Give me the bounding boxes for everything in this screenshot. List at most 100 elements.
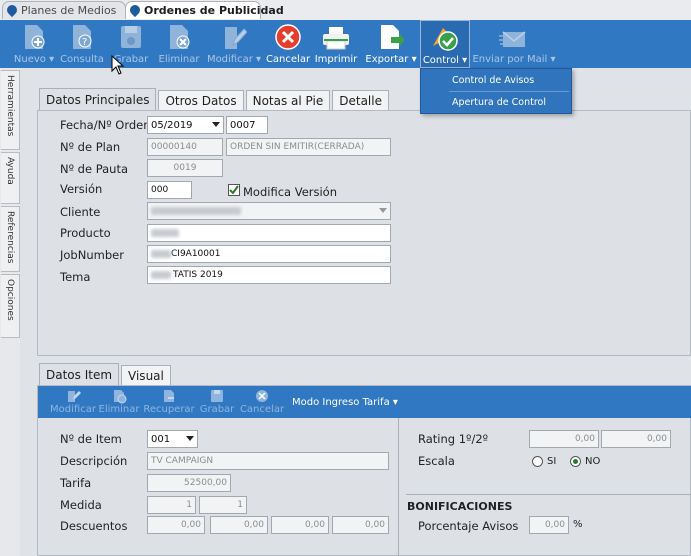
tab-datos-principales[interactable]: Datos Principales xyxy=(39,88,157,111)
control-dropdown-menu: Control de Avisos Apertura de Control xyxy=(420,68,572,114)
item-recuperar-button[interactable]: Recuperar xyxy=(143,386,195,418)
descripcion-field[interactable]: TV CAMPAIGN xyxy=(147,452,389,470)
modifica-version-checkbox[interactable] xyxy=(228,184,240,196)
tab-detalle[interactable]: Detalle xyxy=(332,90,389,111)
cliente-label: Cliente xyxy=(60,205,101,219)
tab-otros-datos[interactable]: Otros Datos xyxy=(158,90,244,111)
query-document-icon: ? xyxy=(73,25,92,49)
modo-ingreso-tarifa-dropdown[interactable]: Modo Ingreso Tarifa ▾ xyxy=(292,397,398,408)
menu-item-apertura-de-control[interactable]: Apertura de Control xyxy=(421,92,571,113)
plan-label: Nº de Plan xyxy=(60,140,121,154)
rating-label: Rating 1º/2º xyxy=(418,432,489,446)
tab-marker-icon xyxy=(127,2,143,18)
tab-datos-item[interactable]: Datos Item xyxy=(39,363,120,386)
pauta-field[interactable]: 0019 xyxy=(147,159,223,177)
imprimir-button[interactable]: Imprimir xyxy=(314,20,358,68)
medida-field-1[interactable]: 1 xyxy=(147,496,196,514)
item-modificar-button[interactable]: Modificar xyxy=(50,386,96,418)
mouse-cursor-icon xyxy=(111,55,125,75)
edit-pencil-icon xyxy=(68,391,81,402)
version-field[interactable]: 000 xyxy=(147,181,192,199)
doc-tab-ordenes-de-publicidad[interactable]: Ordenes de Publicidad xyxy=(125,1,284,19)
pauta-label: Nº de Pauta xyxy=(60,162,129,176)
redacted-value xyxy=(151,207,241,215)
chevron-down-icon xyxy=(186,436,194,441)
plan-field[interactable]: 00000140 xyxy=(147,138,223,156)
cancel-icon xyxy=(275,24,301,50)
rating-field-1[interactable]: 0,00 xyxy=(529,430,599,448)
menu-item-control-de-avisos[interactable]: Control de Avisos xyxy=(421,70,571,91)
nuevo-button[interactable]: Nuevo ▾ xyxy=(14,20,54,68)
item-grabar-button[interactable]: Grabar xyxy=(198,386,236,418)
redacted-value xyxy=(151,229,179,237)
mail-envelope-icon xyxy=(499,31,526,47)
chevron-down-icon xyxy=(379,208,387,213)
porcentaje-avisos-field[interactable]: 0,00 xyxy=(529,516,569,534)
tab-notas-al-pie[interactable]: Notas al Pie xyxy=(245,90,331,111)
item-tabs: Datos Item Visual xyxy=(39,363,173,386)
delete-document-icon xyxy=(170,25,190,49)
producto-field[interactable] xyxy=(147,224,391,242)
document-tab-strip: Planes de Medios Ordenes de Publicidad xyxy=(0,0,691,20)
redacted-value xyxy=(151,271,171,279)
main-toolbar: Nuevo ▾ ? Consulta Grabar Eliminar Modif… xyxy=(0,20,691,68)
producto-label: Producto xyxy=(60,226,111,240)
bonificaciones-divider xyxy=(406,494,691,495)
side-panel-tabs: Herramientas Ayuda Referencias Opciones xyxy=(0,68,20,556)
descripcion-label: Descripción xyxy=(60,454,128,468)
radio-no[interactable] xyxy=(570,456,581,467)
cancelar-button[interactable]: Cancelar xyxy=(266,20,310,68)
exportar-button[interactable]: Exportar ▾ xyxy=(364,20,418,68)
descuento-field-2[interactable]: 0,00 xyxy=(210,516,268,534)
tema-label: Tema xyxy=(60,270,91,284)
save-disk-icon xyxy=(121,26,141,48)
bonificaciones-title: BONIFICACIONES xyxy=(407,500,513,513)
item-eliminar-button[interactable]: Eliminar xyxy=(98,386,140,418)
escala-no-option[interactable]: NO xyxy=(570,456,600,467)
enviar-mail-button[interactable]: Enviar por Mail ▾ xyxy=(472,20,556,68)
descuento-field-1[interactable]: 0,00 xyxy=(147,516,205,534)
tarifa-label: Tarifa xyxy=(60,476,92,490)
descuento-field-4[interactable]: 0,00 xyxy=(332,516,389,534)
percent-unit: % xyxy=(573,519,583,530)
consulta-button[interactable]: ? Consulta xyxy=(60,20,104,68)
modificar-button[interactable]: Modificar ▾ xyxy=(206,20,262,68)
descuento-field-3[interactable]: 0,00 xyxy=(271,516,329,534)
recover-icon xyxy=(164,390,174,402)
delete-icon xyxy=(114,390,127,404)
cliente-select[interactable] xyxy=(147,202,391,220)
item-cancelar-button[interactable]: Cancelar xyxy=(240,386,284,418)
control-button[interactable]: Control ▾ xyxy=(420,20,470,68)
descuentos-label: Descuentos xyxy=(60,519,128,533)
item-toolbar: Modificar Eliminar Recuperar Grabar Canc… xyxy=(38,386,691,418)
escala-label: Escala xyxy=(418,454,455,468)
radio-si[interactable] xyxy=(532,456,543,467)
sidebar-tab-referencias[interactable]: Referencias xyxy=(1,206,20,272)
new-document-icon xyxy=(25,25,45,49)
eliminar-button[interactable]: Eliminar xyxy=(158,20,200,68)
doc-tab-planes-de-medios[interactable]: Planes de Medios xyxy=(2,1,126,19)
jobnumber-field[interactable]: CI9A10001 xyxy=(147,245,391,263)
rating-field-2[interactable]: 0,00 xyxy=(601,430,671,448)
fecha-select[interactable]: 05/2019 xyxy=(147,116,224,134)
escala-si-option[interactable]: SI xyxy=(532,456,556,467)
nitem-select[interactable]: 001 xyxy=(147,430,198,448)
column-divider xyxy=(398,418,399,556)
tab-visual[interactable]: Visual xyxy=(121,365,171,386)
modifica-version-label: Modifica Versión xyxy=(243,185,338,199)
tab-marker-icon xyxy=(4,2,20,18)
tarifa-field[interactable]: 52500,00 xyxy=(147,474,231,492)
main-tabs: Datos Principales Otros Datos Notas al P… xyxy=(39,88,391,111)
plan-status-field[interactable]: ORDEN SIN EMITIR(CERRADA) xyxy=(226,138,391,156)
orden-number-field[interactable]: 0007 xyxy=(226,116,268,134)
svg-text:?: ? xyxy=(82,37,87,48)
control-check-icon xyxy=(433,28,458,51)
medida-field-2[interactable]: 1 xyxy=(199,496,247,514)
sidebar-tab-herramientas[interactable]: Herramientas xyxy=(1,70,20,150)
cancel-icon xyxy=(256,390,268,402)
printer-icon xyxy=(323,27,349,50)
medida-label: Medida xyxy=(60,498,102,512)
tema-field[interactable]: TATIS 2019 xyxy=(147,266,391,284)
sidebar-tab-opciones[interactable]: Opciones xyxy=(1,274,20,338)
sidebar-tab-ayuda[interactable]: Ayuda xyxy=(1,152,20,204)
